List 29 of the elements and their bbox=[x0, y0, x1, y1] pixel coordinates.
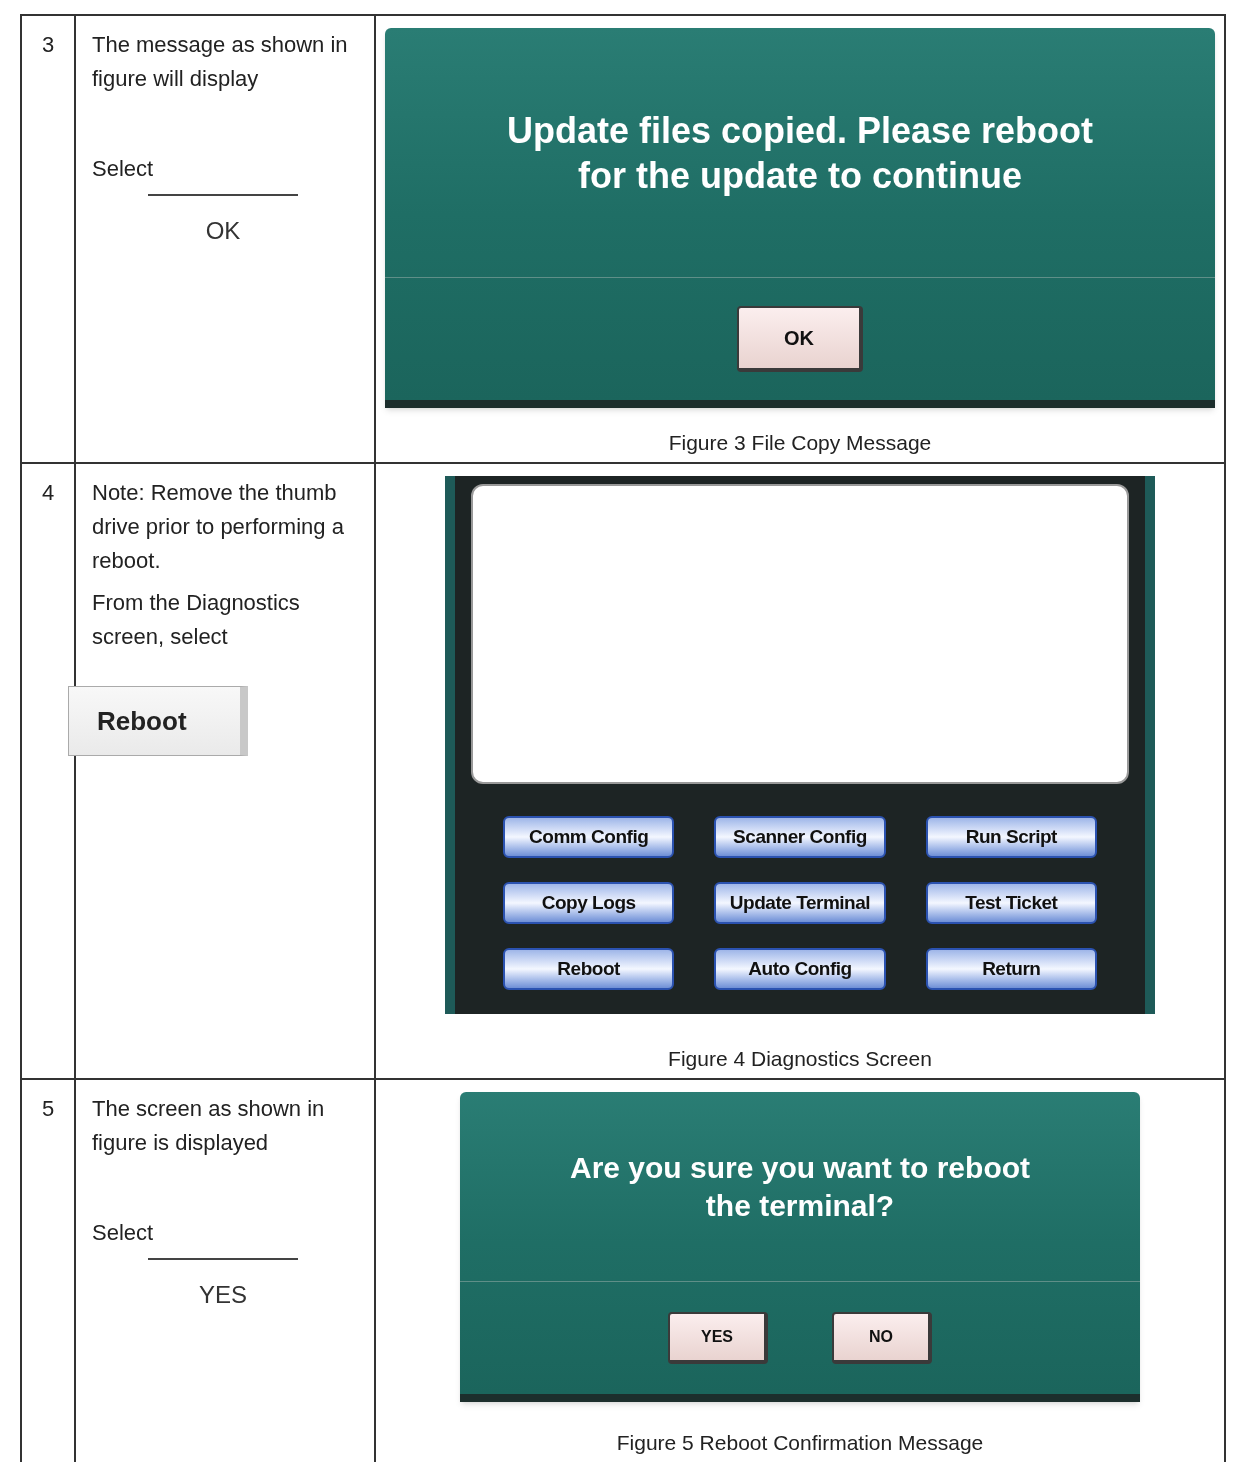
dialog-message: Update files copied. Please reboot for the update to continue bbox=[505, 108, 1095, 198]
select-label: Select bbox=[92, 1219, 154, 1248]
diagnostics-button[interactable]: Auto Config bbox=[714, 948, 886, 990]
diagnostics-button[interactable]: Comm Config bbox=[503, 816, 675, 858]
diagnostics-button[interactable]: Reboot bbox=[503, 948, 675, 990]
select-label: Select bbox=[92, 155, 154, 184]
diagnostics-button[interactable]: Update Terminal bbox=[714, 882, 886, 924]
instruction-text: The message as shown in figure will display bbox=[92, 31, 349, 94]
dialog-button[interactable]: YES bbox=[668, 1312, 768, 1364]
answer-text: YES bbox=[148, 1258, 298, 1314]
diagnostics-button[interactable]: Scanner Config bbox=[714, 816, 886, 858]
step-number: 3 bbox=[41, 31, 55, 59]
instruction-text: The screen as shown in figure is displayed bbox=[92, 1095, 326, 1158]
dialog-message: Are you sure you want to reboot the terminal? bbox=[568, 1150, 1032, 1224]
diagnostics-button[interactable]: Run Script bbox=[925, 816, 1097, 858]
diagnostics-button[interactable]: Copy Logs bbox=[503, 882, 675, 924]
figure-caption: Figure 5 Reboot Confirmation Message bbox=[616, 1429, 984, 1456]
dialog-button[interactable]: OK bbox=[737, 306, 863, 372]
diagnostics-button[interactable]: Test Ticket bbox=[925, 882, 1097, 924]
step-number: 5 bbox=[41, 1095, 55, 1123]
reboot-button-image[interactable]: Reboot bbox=[68, 686, 248, 757]
diagnostics-button[interactable]: Return bbox=[925, 948, 1097, 990]
figure-caption: Figure 4 Diagnostics Screen bbox=[668, 1045, 932, 1072]
instruction-text: Note: Remove the thumb drive prior to performing a reboot. bbox=[92, 479, 345, 576]
instruction-text: From the Diagnostics screen, select bbox=[92, 589, 301, 652]
dialog-button[interactable]: NO bbox=[832, 1312, 932, 1364]
figure-caption: Figure 3 File Copy Message bbox=[668, 429, 932, 456]
step-number: 4 bbox=[41, 479, 55, 507]
answer-text: OK bbox=[148, 194, 298, 250]
